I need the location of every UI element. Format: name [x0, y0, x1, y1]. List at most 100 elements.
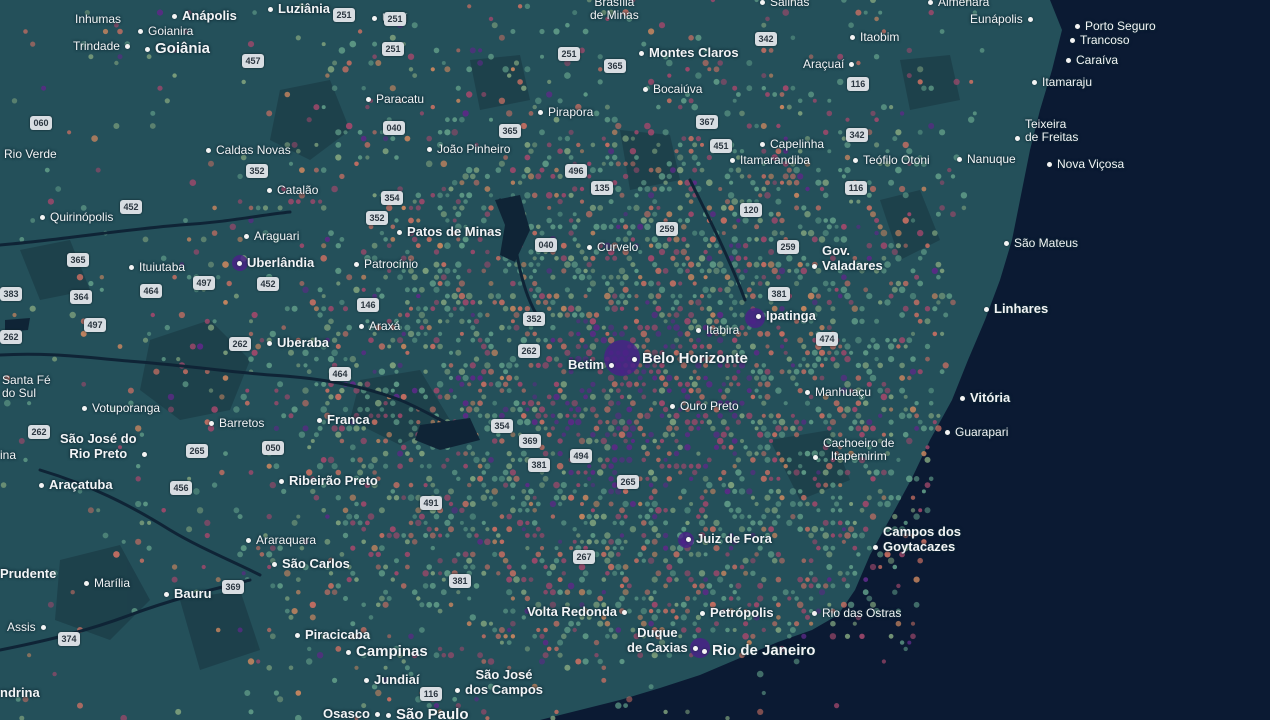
city-label[interactable]: Vitória — [960, 390, 1010, 406]
city-label[interactable]: Teixeira de Freitas — [1015, 117, 1078, 145]
city-label[interactable]: Itaobim — [850, 30, 899, 44]
city-label[interactable]: Campinas — [346, 643, 428, 661]
city-label[interactable]: Juiz de Fora — [686, 531, 772, 547]
city-label[interactable]: Almenara — [928, 0, 989, 9]
city-label[interactable]: Belo Horizonte — [632, 350, 748, 368]
city-label[interactable]: Itamarandiba — [730, 153, 810, 167]
city-label[interactable]: Capelinha — [760, 137, 824, 151]
city-label[interactable]: Patrocínio — [354, 257, 418, 271]
city-label[interactable]: São José do Rio Preto — [60, 431, 147, 461]
city-label[interactable]: São José dos Campos — [455, 667, 543, 697]
city-label[interactable]: Santa Fé do Sul — [2, 373, 51, 401]
city-label[interactable]: Araraquara — [246, 533, 316, 547]
density-hex — [77, 702, 83, 709]
city-label[interactable]: Porto Seguro — [1075, 19, 1156, 33]
city-label[interactable]: Bocaiúva — [643, 82, 702, 96]
city-label[interactable]: Trancoso — [1070, 33, 1130, 47]
city-label[interactable]: Araçuaí — [803, 57, 855, 71]
city-label[interactable]: Brasília de Minas — [590, 0, 639, 23]
density-hex — [862, 500, 869, 508]
city-label[interactable]: São Paulo — [386, 706, 469, 720]
city-label[interactable]: Nova Viçosa — [1047, 157, 1124, 171]
city-label[interactable]: Volta Redonda — [527, 604, 628, 620]
city-label[interactable]: Rio de Janeiro — [702, 642, 815, 660]
density-hex — [909, 406, 917, 413]
city-label[interactable]: Barretos — [209, 416, 264, 430]
density-hex — [273, 690, 279, 696]
city-label[interactable]: ina — [0, 448, 16, 462]
city-label[interactable]: Osasco — [323, 706, 380, 720]
city-label[interactable]: Trindade — [73, 39, 130, 53]
density-hex — [622, 299, 629, 306]
city-label[interactable]: Itabira — [696, 323, 739, 337]
city-label[interactable]: Nanuque — [957, 152, 1016, 166]
city-label[interactable]: Manhuaçu — [805, 385, 871, 399]
city-label[interactable]: Uberaba — [267, 335, 329, 351]
city-label[interactable]: Araguari — [244, 229, 299, 243]
city-label[interactable]: Uberlândia — [237, 255, 314, 271]
density-hex — [841, 174, 847, 179]
city-label[interactable]: Franca — [317, 412, 370, 428]
city-label[interactable]: Ipatinga — [756, 308, 816, 324]
city-label[interactable]: Piracicaba — [295, 627, 370, 643]
city-label[interactable]: Jundiaí — [364, 672, 420, 688]
city-label[interactable]: Catalão — [267, 183, 318, 197]
city-label[interactable]: Gov. Valadares — [812, 243, 883, 273]
city-label[interactable]: Caldas Novas — [206, 143, 291, 157]
density-hex — [444, 519, 451, 527]
density-hex — [317, 287, 323, 293]
city-label[interactable]: Ribeirão Preto — [279, 473, 378, 489]
city-label[interactable]: ndrina — [0, 685, 40, 701]
city-label[interactable]: Eunápolis — [970, 12, 1033, 26]
density-hex — [764, 368, 771, 375]
city-label[interactable]: Caraíva — [1066, 53, 1118, 67]
city-label[interactable]: Goianira — [138, 24, 193, 38]
city-label[interactable]: Marília — [84, 576, 130, 590]
city-label[interactable]: Duque de Caxias — [627, 625, 698, 655]
city-label[interactable]: Quirinópolis — [40, 210, 113, 224]
city-label[interactable]: João Pinheiro — [427, 142, 510, 156]
city-label[interactable]: Cachoeiro de Itapemirim — [813, 436, 894, 464]
city-label[interactable]: Curvelo — [587, 240, 638, 254]
density-hex — [488, 368, 494, 375]
city-label[interactable]: Anápolis — [172, 8, 237, 24]
city-label[interactable]: Bauru — [164, 586, 212, 602]
density-hex — [502, 305, 509, 312]
city-label[interactable]: Patos de Minas — [397, 224, 502, 240]
city-label[interactable]: Campos dos Goytacazes — [873, 524, 961, 554]
city-label[interactable]: Paracatu — [366, 92, 424, 106]
density-hex — [211, 406, 218, 413]
city-label[interactable]: São Mateus — [1004, 236, 1078, 250]
city-label[interactable]: Prudente — [0, 566, 56, 582]
city-label[interactable]: Salinas — [760, 0, 809, 9]
city-label[interactable]: Pirapora — [538, 105, 593, 119]
density-hex — [579, 149, 585, 154]
city-label[interactable]: São Carlos — [272, 556, 350, 572]
city-label[interactable]: Petrópolis — [700, 605, 774, 621]
city-label[interactable]: Rio das Ostras — [812, 606, 901, 620]
city-label[interactable]: Ouro Preto — [670, 399, 739, 413]
city-label[interactable]: Luziânia — [268, 1, 330, 17]
city-label[interactable]: Teófilo Otoni — [853, 153, 930, 167]
city-label[interactable]: Inhumas — [75, 12, 121, 26]
city-label[interactable]: Rio Verde — [4, 147, 57, 161]
city-label[interactable]: Montes Claros — [639, 45, 739, 61]
density-hex — [477, 312, 483, 318]
city-label[interactable]: Votuporanga — [82, 401, 160, 415]
city-label[interactable]: Itamaraju — [1032, 75, 1092, 89]
city-label[interactable]: Betim — [568, 357, 615, 373]
density-hex — [553, 381, 560, 387]
density-hex — [585, 210, 593, 218]
city-label[interactable]: Ituiutaba — [129, 260, 185, 274]
density-hex — [844, 633, 851, 639]
density-hex — [670, 293, 676, 299]
city-label[interactable]: Goiânia — [145, 40, 210, 58]
city-label[interactable]: Assis — [7, 620, 46, 634]
city-label[interactable]: Araxá — [359, 319, 400, 333]
map-view[interactable]: InhumasAnápolisLuziâniaUnaíBrasíliade Mi… — [0, 0, 1270, 720]
density-hex — [579, 388, 585, 394]
density-hex — [285, 596, 290, 601]
city-label[interactable]: Guarapari — [945, 425, 1008, 439]
city-label[interactable]: Linhares — [984, 301, 1048, 317]
city-label[interactable]: Araçatuba — [39, 477, 113, 493]
